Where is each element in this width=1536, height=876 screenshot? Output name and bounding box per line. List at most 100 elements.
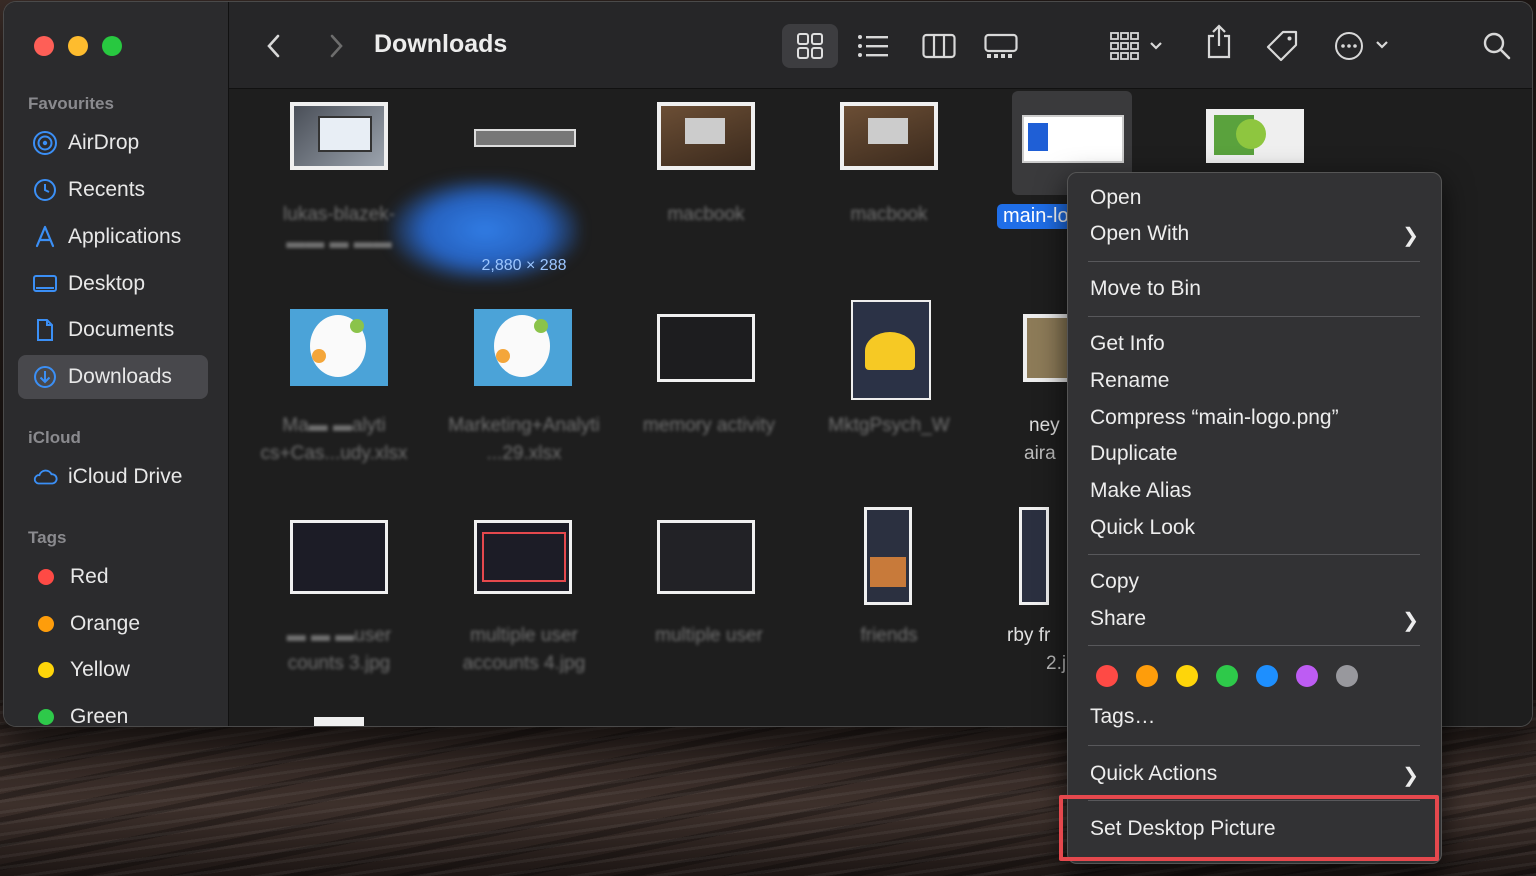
tag-color-purple[interactable] (1296, 665, 1318, 687)
menu-item-open-with[interactable]: Open With (1090, 222, 1189, 246)
back-button[interactable] (259, 28, 289, 64)
desktop-icon (32, 271, 58, 297)
file-label: ▬ ▬ ▬user (286, 625, 392, 646)
group-icon (1110, 32, 1162, 60)
menu-item-compress[interactable]: Compress “main-logo.png” (1090, 406, 1339, 430)
file-label: friends (860, 625, 918, 646)
window-title: Downloads (374, 30, 508, 58)
more-actions-button[interactable] (1331, 28, 1395, 64)
tag-color-yellow[interactable] (1176, 665, 1198, 687)
forward-button[interactable] (321, 28, 351, 64)
highlight-box (1059, 795, 1439, 861)
document-icon (32, 317, 58, 343)
file-thumbnail[interactable] (290, 102, 388, 170)
search-icon (1483, 32, 1511, 60)
menu-item-quick-actions[interactable]: Quick Actions (1090, 762, 1217, 786)
sidebar-item-desktop[interactable]: Desktop (18, 262, 208, 306)
gallery-view-icon (984, 33, 1018, 58)
file-thumbnail[interactable] (314, 717, 364, 726)
file-thumbnail[interactable] (474, 520, 572, 594)
menu-item-duplicate[interactable]: Duplicate (1090, 442, 1178, 466)
sidebar-item-icloud-drive[interactable]: iCloud Drive (18, 455, 208, 499)
menu-item-open[interactable]: Open (1090, 186, 1141, 210)
download-icon (32, 364, 58, 390)
file-label: memory activity (643, 415, 775, 436)
forward-icon (330, 34, 343, 58)
menu-separator (1088, 554, 1420, 555)
file-label: counts 3.jpg (287, 653, 391, 674)
file-thumbnail[interactable] (657, 102, 755, 170)
applications-icon (32, 224, 58, 250)
file-label: aira (1024, 443, 1056, 464)
orange-tag-icon (38, 616, 54, 632)
sidebar-tag-green[interactable]: Green (18, 695, 208, 726)
menu-separator (1088, 645, 1420, 646)
tag-icon (1266, 30, 1298, 62)
sidebar-item-recents[interactable]: Recents (18, 168, 208, 212)
menu-item-make-alias[interactable]: Make Alias (1090, 479, 1192, 503)
green-tag-icon (38, 709, 54, 725)
icon-view-button[interactable] (782, 24, 838, 68)
file-label: Ma▬ ▬alyti (282, 415, 386, 436)
menu-separator (1088, 261, 1420, 262)
airdrop-icon (32, 130, 58, 156)
close-window-button[interactable] (34, 36, 54, 56)
sidebar-item-label: Recents (68, 178, 146, 201)
tag-color-red[interactable] (1096, 665, 1118, 687)
file-thumbnail[interactable] (864, 507, 912, 605)
file-dimensions: 2,880 × 288 (481, 257, 567, 274)
zoom-window-button[interactable] (102, 36, 122, 56)
file-thumbnail[interactable] (474, 309, 572, 386)
search-button[interactable] (1477, 28, 1517, 64)
column-view-button[interactable] (917, 28, 961, 64)
file-thumbnail[interactable] (474, 129, 576, 147)
file-thumbnail[interactable] (840, 102, 938, 170)
icon-view-icon (797, 33, 823, 59)
minimize-window-button[interactable] (68, 36, 88, 56)
column-view-icon (922, 33, 956, 59)
sidebar-item-label: Yellow (70, 658, 130, 681)
sidebar-item-airdrop[interactable]: AirDrop (18, 121, 208, 165)
file-label: Marketing+Analyti (448, 415, 600, 436)
sidebar-item-label: Green (70, 705, 129, 726)
menu-item-quick-look[interactable]: Quick Look (1090, 516, 1195, 540)
file-thumbnail[interactable] (1019, 507, 1049, 605)
menu-item-share[interactable]: Share (1090, 607, 1146, 631)
selected-file-name[interactable]: main-lo (997, 204, 1075, 229)
clock-icon (32, 177, 58, 203)
share-icon (1207, 24, 1231, 59)
tag-color-orange[interactable] (1136, 665, 1158, 687)
file-thumbnail[interactable] (1023, 314, 1071, 382)
file-thumbnail[interactable] (290, 520, 388, 594)
yellow-tag-icon (38, 662, 54, 678)
menu-item-move-to-bin[interactable]: Move to Bin (1090, 277, 1201, 301)
menu-item-rename[interactable]: Rename (1090, 369, 1169, 393)
tag-color-blue[interactable] (1256, 665, 1278, 687)
sidebar-item-applications[interactable]: Applications (18, 215, 208, 259)
menu-item-copy[interactable]: Copy (1090, 570, 1139, 594)
sidebar-item-downloads[interactable]: Downloads (18, 355, 208, 399)
menu-separator (1088, 316, 1420, 317)
file-thumbnail[interactable] (1206, 109, 1304, 163)
chevron-right-icon: ❯ (1402, 765, 1419, 787)
share-button[interactable] (1199, 24, 1239, 60)
tag-color-grey[interactable] (1336, 665, 1358, 687)
file-thumbnail[interactable] (290, 309, 388, 386)
toolbar: Downloads (229, 2, 1532, 89)
sidebar-tag-orange[interactable]: Orange (18, 602, 208, 646)
tag-color-green[interactable] (1216, 665, 1238, 687)
gallery-view-button[interactable] (979, 28, 1023, 64)
sidebar-tag-red[interactable]: Red (18, 555, 208, 599)
sidebar-tag-yellow[interactable]: Yellow (18, 648, 208, 692)
sidebar-item-label: Desktop (68, 272, 146, 295)
menu-item-tags[interactable]: Tags… (1090, 705, 1155, 729)
list-view-button[interactable] (851, 28, 895, 64)
file-thumbnail[interactable] (657, 314, 755, 382)
file-thumbnail[interactable] (851, 300, 931, 400)
menu-separator (1088, 745, 1420, 746)
menu-item-get-info[interactable]: Get Info (1090, 332, 1165, 356)
tag-button[interactable] (1262, 28, 1302, 64)
file-thumbnail[interactable] (657, 520, 755, 594)
sidebar-item-documents[interactable]: Documents (18, 308, 208, 352)
group-button[interactable] (1107, 28, 1171, 64)
